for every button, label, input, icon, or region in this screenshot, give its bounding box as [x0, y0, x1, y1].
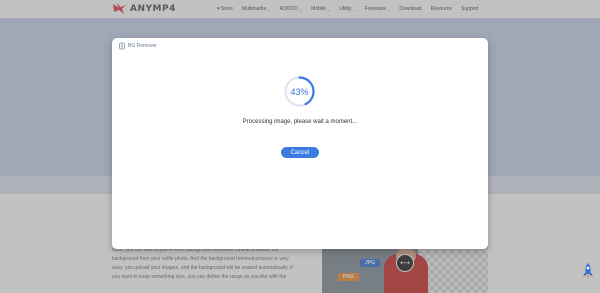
cancel-button[interactable]: Cancel [281, 147, 319, 158]
processing-message: Processing image, please wait a moment..… [242, 119, 358, 125]
modal-header: BG Remover [118, 42, 157, 50]
modal-title: BG Remover [128, 43, 157, 49]
bg-remover-modal: BG Remover 43% Processing image, please … [112, 38, 488, 249]
progress-percent: 43% [290, 86, 309, 97]
bg-remover-logo-icon [119, 42, 125, 50]
rocket-icon[interactable] [581, 262, 595, 280]
